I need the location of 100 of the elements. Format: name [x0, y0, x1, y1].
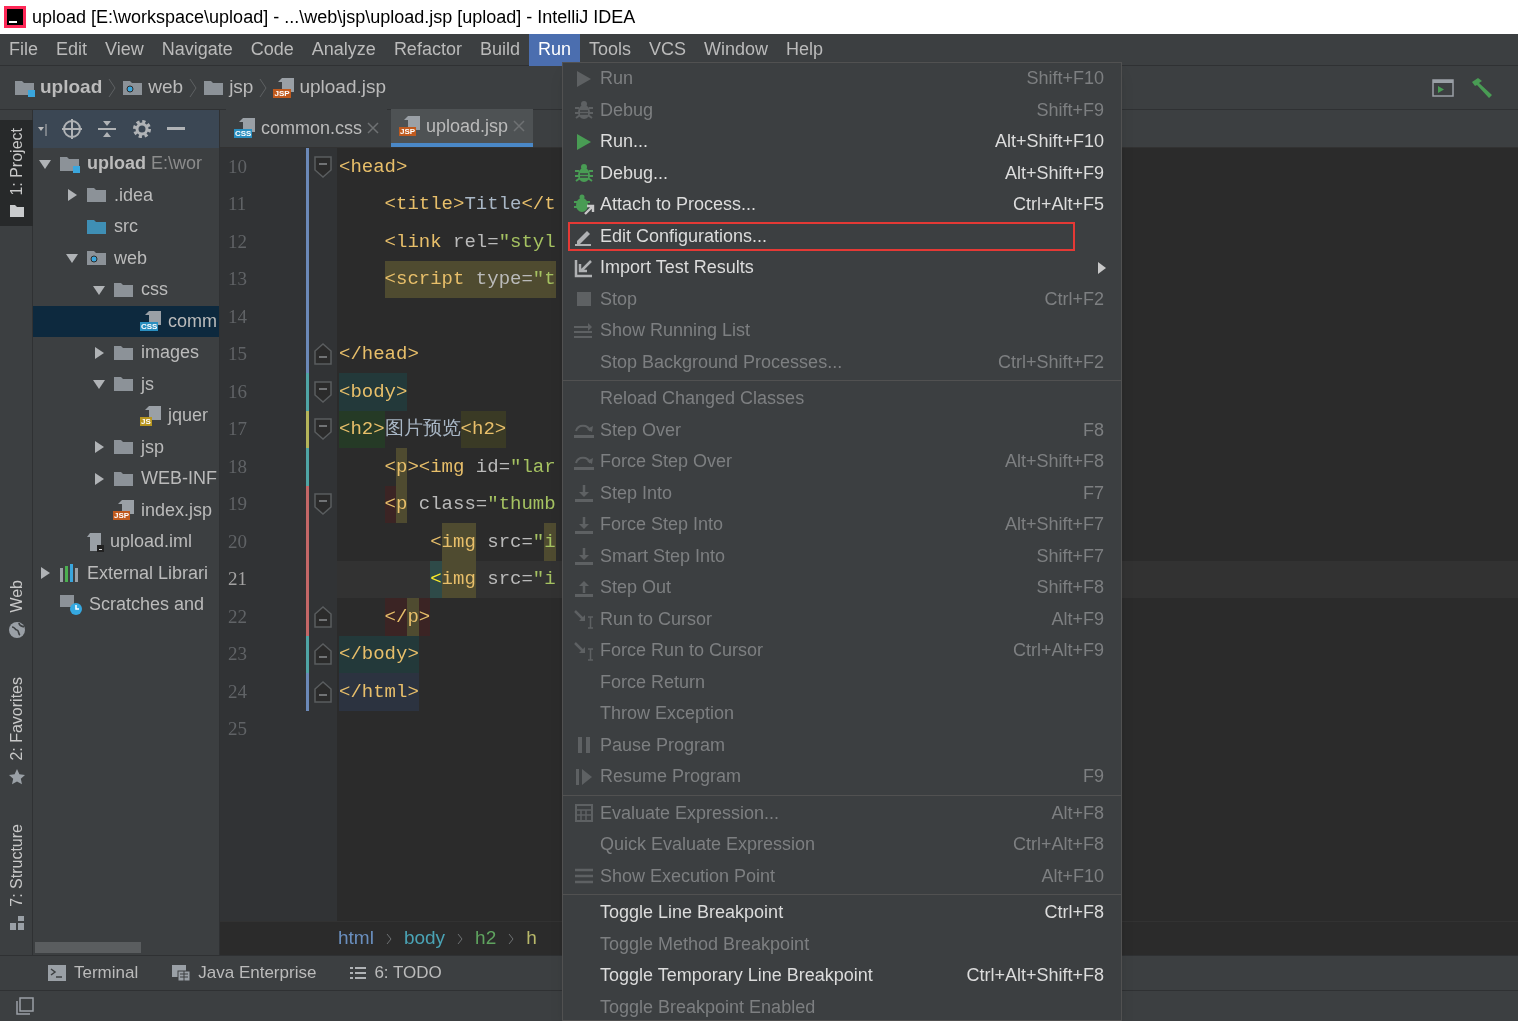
tool-window-button[interactable]: Terminal [48, 960, 139, 986]
tree-item[interactable]: upload E:\wor [33, 148, 219, 180]
breadcrumb-item[interactable]: body [403, 924, 446, 953]
menu-bar-item[interactable]: Tools [579, 33, 640, 66]
folder-icon [8, 203, 25, 218]
file-type-badge: JSP [399, 127, 417, 136]
hammer-icon[interactable] [1470, 76, 1494, 99]
fold-icon[interactable] [313, 343, 333, 366]
menu-bar-item[interactable]: View [96, 33, 153, 66]
tool-window-tab[interactable]: 7: Structure [0, 816, 33, 939]
tree-item[interactable]: JS jquer [33, 400, 219, 432]
shortcut-label: Ctrl+Alt+Shift+F8 [966, 964, 1105, 988]
menu-bar-item[interactable]: VCS [640, 33, 695, 66]
collapse-all-icon[interactable] [97, 119, 117, 139]
crosshair-icon[interactable] [61, 118, 83, 140]
shortcut-label: F8 [1083, 418, 1105, 442]
shortcut-label: Shift+F8 [1036, 576, 1105, 600]
collapsed-arrow-icon[interactable] [65, 188, 79, 203]
tree-item[interactable]: CSS comm [33, 305, 219, 337]
collapsed-arrow-icon[interactable] [92, 345, 106, 360]
tree-item[interactable]: JSP index.jsp [33, 494, 219, 526]
fold-icon[interactable] [313, 418, 333, 441]
minimize-icon[interactable] [167, 127, 185, 131]
menu-bar-item[interactable]: File [0, 33, 47, 66]
fold-icon[interactable] [313, 155, 333, 178]
tree-item-label: External Librari [87, 561, 209, 585]
tree-item[interactable]: .idea [33, 179, 219, 211]
menu-item[interactable]: Run... Alt+Shift+F10 [563, 126, 1121, 158]
fold-icon[interactable] [313, 493, 333, 516]
fold-icon[interactable] [313, 680, 333, 703]
shortcut-label: Shift+F7 [1036, 544, 1105, 568]
menu-item[interactable]: Toggle Line Breakpoint Ctrl+F8 [563, 897, 1121, 929]
tool-window-button[interactable]: 6: TODO [350, 960, 442, 986]
file-type-badge: JS [140, 416, 152, 426]
tree-item[interactable]: External Librari [33, 557, 219, 589]
breadcrumb-item[interactable]: h2 [475, 924, 497, 953]
chevron-icon [259, 77, 268, 98]
shortcut-label: Shift+F9 [1036, 98, 1105, 122]
tool-window-tab[interactable]: Web [0, 572, 33, 647]
window-toggle-icon[interactable] [16, 997, 34, 1015]
breadcrumb-item[interactable]: web [148, 73, 184, 102]
tree-item[interactable]: css [33, 274, 219, 306]
menu-bar-item[interactable]: Refactor [384, 33, 471, 66]
breadcrumb-item[interactable]: upload.jsp [299, 73, 387, 102]
menu-bar-item[interactable]: Help [777, 33, 833, 66]
scrollbar-thumb[interactable] [35, 941, 141, 953]
menu-bar-item[interactable]: Build [470, 33, 529, 66]
file-icon [145, 405, 161, 420]
breadcrumb-item[interactable]: jsp [229, 73, 254, 102]
shortcut-label: Alt+F10 [1041, 864, 1105, 888]
breadcrumb-item[interactable]: h [526, 924, 537, 953]
list-arrow-icon [573, 321, 595, 340]
menu-item[interactable]: Import Test Results [563, 252, 1121, 284]
fold-icon[interactable] [313, 380, 333, 403]
tree-item[interactable]: web [33, 242, 219, 274]
scratch-clock-icon [59, 593, 83, 616]
tree-item[interactable]: jsp [33, 431, 219, 463]
collapsed-arrow-icon[interactable] [38, 566, 52, 581]
menu-bar-item[interactable]: Navigate [152, 33, 242, 66]
menu-bar-item[interactable]: Window [695, 33, 778, 66]
run-window-icon[interactable] [1432, 78, 1454, 97]
dropdown-icon[interactable] [37, 122, 47, 136]
shortcut-label: Alt+Shift+F7 [1004, 513, 1105, 537]
fold-icon[interactable] [313, 643, 333, 666]
menu-item[interactable]: Toggle Temporary Line Breakpoint Ctrl+Alt+Shift+F8 [563, 960, 1121, 992]
menu-item[interactable]: Attach to Process... Ctrl+Alt+F5 [563, 189, 1121, 221]
resume-icon [575, 767, 593, 786]
tool-window-tab[interactable]: 2: Favorites [0, 668, 33, 795]
tree-item[interactable]: images [33, 337, 219, 369]
tree-item-label: src [114, 215, 138, 239]
collapsed-arrow-icon[interactable] [92, 440, 106, 455]
menu-bar-item[interactable]: Code [241, 33, 303, 66]
tree-item-label: .idea [114, 183, 154, 207]
structure-icon [8, 915, 25, 931]
tree-item-label: jsp [141, 435, 164, 459]
menu-bar-item[interactable]: Analyze [302, 33, 385, 66]
module-folder-icon [59, 154, 81, 173]
tool-window-tab[interactable]: 1: Project [0, 120, 33, 226]
menu-bar-item[interactable]: Run [528, 33, 580, 66]
tool-window-button[interactable]: Java Enterprise [172, 960, 317, 986]
tree-item-label: js [141, 372, 154, 396]
fold-icon[interactable] [313, 605, 333, 628]
settings-icon[interactable] [131, 118, 153, 140]
editor-tab[interactable]: JSP upload.jsp [391, 109, 534, 147]
tree-item[interactable]: upload.iml [33, 526, 219, 558]
menu-item[interactable]: Debug... Alt+Shift+F9 [563, 157, 1121, 189]
tree-item-label: index.jsp [141, 498, 213, 522]
menu-item[interactable]: Edit Configurations... [563, 220, 1121, 252]
library-icon [59, 564, 81, 583]
tree-item[interactable]: src [33, 211, 219, 243]
breadcrumb-item[interactable]: html [338, 924, 374, 953]
tree-item[interactable]: Scratches and [33, 589, 219, 621]
breadcrumb-item[interactable]: upload [40, 73, 103, 102]
tree-item[interactable]: WEB-INF [33, 463, 219, 495]
shortcut-label: Ctrl+F8 [1044, 901, 1105, 925]
menu-bar-item[interactable]: Edit [47, 33, 97, 66]
collapsed-arrow-icon[interactable] [92, 471, 106, 486]
tree-item[interactable]: js [33, 368, 219, 400]
window-title: upload [E:\workspace\upload] - ...\web\jsp\upload.jsp [upload] - IntelliJ IDEA [32, 5, 636, 29]
star-icon [7, 768, 26, 787]
